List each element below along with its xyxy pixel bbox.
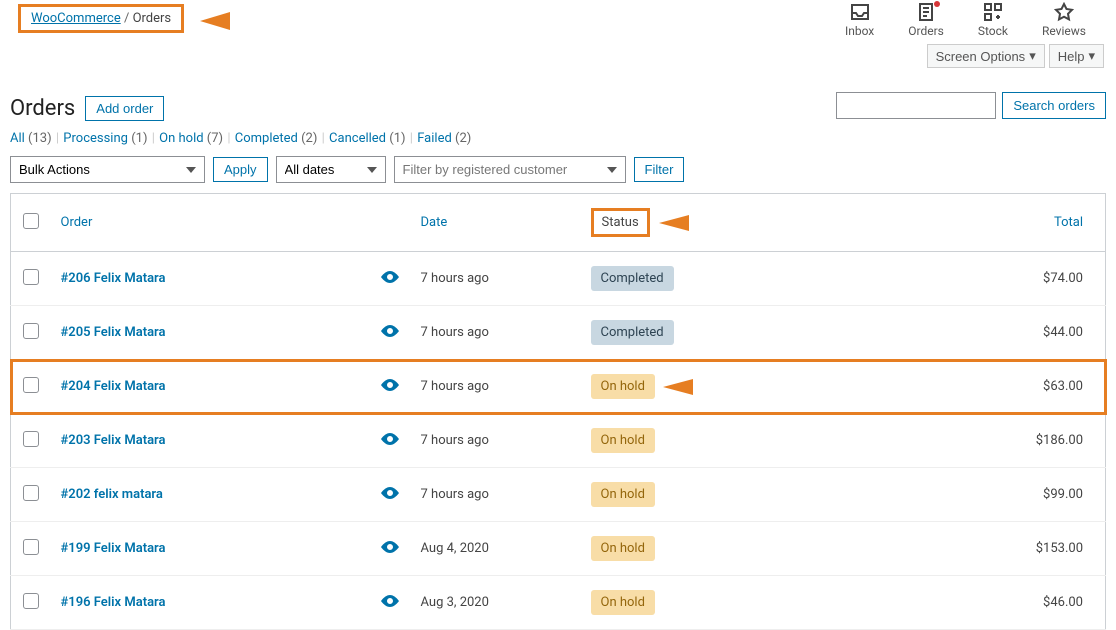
status-badge: On hold xyxy=(591,536,655,561)
status-badge: On hold xyxy=(591,374,655,399)
chevron-down-icon: ▾ xyxy=(1029,48,1036,64)
row-checkbox[interactable] xyxy=(23,269,39,285)
notification-dot-icon xyxy=(934,1,940,7)
status-badge: On hold xyxy=(591,428,655,453)
order-total: $46.00 xyxy=(1043,595,1083,610)
order-total: $186.00 xyxy=(1036,433,1083,448)
row-checkbox[interactable] xyxy=(23,485,39,501)
preview-icon[interactable] xyxy=(381,434,399,449)
annotation-arrow-icon xyxy=(200,6,300,36)
order-date: 7 hours ago xyxy=(421,379,489,394)
table-row[interactable]: #205 Felix Matara 7 hours ago Completed … xyxy=(11,306,1106,360)
order-total: $99.00 xyxy=(1043,487,1083,502)
order-link[interactable]: #206 Felix Matara xyxy=(61,271,166,286)
order-link[interactable]: #205 Felix Matara xyxy=(61,325,166,340)
help-button[interactable]: Help ▾ xyxy=(1049,44,1104,68)
table-row[interactable]: #202 felix matara 7 hours ago On hold $9… xyxy=(11,468,1106,522)
col-date[interactable]: Date xyxy=(421,215,448,230)
search-wrap: Search orders xyxy=(836,92,1106,119)
filter-button[interactable]: Filter xyxy=(634,157,685,182)
screen-options-row: Screen Options ▾ Help ▾ xyxy=(927,44,1104,68)
dates-select[interactable]: All dates xyxy=(276,156,386,183)
table-row[interactable]: #203 Felix Matara 7 hours ago On hold $1… xyxy=(11,414,1106,468)
filter-failed[interactable]: Failed (2) xyxy=(417,131,471,146)
bulk-actions-select[interactable]: Bulk Actions xyxy=(10,156,205,183)
status-badge: Completed xyxy=(591,266,674,291)
order-total: $74.00 xyxy=(1043,271,1083,286)
filter-cancelled[interactable]: Cancelled (1) xyxy=(329,131,406,146)
order-total: $44.00 xyxy=(1043,325,1083,340)
table-row[interactable]: #199 Felix Matara Aug 4, 2020 On hold $1… xyxy=(11,522,1106,576)
filter-all[interactable]: All (13) xyxy=(10,131,52,146)
order-total: $153.00 xyxy=(1036,541,1083,556)
add-order-button[interactable]: Add order xyxy=(85,96,164,121)
nav-inbox[interactable]: Inbox xyxy=(845,2,874,38)
order-date: 7 hours ago xyxy=(421,433,489,448)
table-row[interactable]: #196 Felix Matara Aug 3, 2020 On hold $4… xyxy=(11,576,1106,630)
nav-orders-label: Orders xyxy=(908,24,944,38)
filter-processing[interactable]: Processing (1) xyxy=(63,131,147,146)
select-all-checkbox[interactable] xyxy=(23,213,39,229)
stock-icon xyxy=(983,2,1003,22)
order-date: Aug 3, 2020 xyxy=(421,595,489,610)
toolbar: Bulk Actions Apply All dates Filter by r… xyxy=(0,156,1116,193)
order-date: 7 hours ago xyxy=(421,271,489,286)
nav-inbox-label: Inbox xyxy=(845,24,874,38)
col-order[interactable]: Order xyxy=(61,215,93,230)
nav-stock[interactable]: Stock xyxy=(978,2,1008,38)
nav-stock-label: Stock xyxy=(978,24,1008,38)
nav-reviews-label: Reviews xyxy=(1042,24,1086,38)
breadcrumb-root[interactable]: WooCommerce xyxy=(31,11,121,26)
screen-options-button[interactable]: Screen Options ▾ xyxy=(927,44,1045,68)
search-input[interactable] xyxy=(836,92,996,119)
row-checkbox[interactable] xyxy=(23,323,39,339)
order-link[interactable]: #199 Felix Matara xyxy=(61,541,166,556)
chevron-down-icon: ▾ xyxy=(1088,48,1095,64)
annotation-arrow-icon xyxy=(663,375,763,399)
apply-button[interactable]: Apply xyxy=(213,157,268,182)
customer-filter-select[interactable]: Filter by registered customer xyxy=(394,156,626,183)
preview-icon[interactable] xyxy=(381,488,399,503)
order-link[interactable]: #203 Felix Matara xyxy=(61,433,166,448)
order-date: 7 hours ago xyxy=(421,487,489,502)
breadcrumb-current: Orders xyxy=(133,11,172,26)
page-title: Orders xyxy=(10,96,75,121)
row-checkbox[interactable] xyxy=(23,539,39,555)
order-link[interactable]: #196 Felix Matara xyxy=(61,595,166,610)
search-button[interactable]: Search orders xyxy=(1002,92,1106,119)
order-link[interactable]: #202 felix matara xyxy=(61,487,163,502)
annotation-arrow-icon xyxy=(659,211,759,235)
order-date: Aug 4, 2020 xyxy=(421,541,489,556)
inbox-icon xyxy=(850,2,870,22)
preview-icon[interactable] xyxy=(381,380,399,395)
nav-orders[interactable]: Orders xyxy=(908,2,944,38)
status-badge: On hold xyxy=(591,482,655,507)
order-date: 7 hours ago xyxy=(421,325,489,340)
order-total: $63.00 xyxy=(1043,379,1083,394)
reviews-icon xyxy=(1054,2,1074,22)
row-checkbox[interactable] xyxy=(23,377,39,393)
filter-completed[interactable]: Completed (2) xyxy=(235,131,318,146)
preview-icon[interactable] xyxy=(381,326,399,341)
preview-icon[interactable] xyxy=(381,272,399,287)
preview-icon[interactable] xyxy=(381,542,399,557)
col-total[interactable]: Total xyxy=(1054,215,1083,230)
table-row[interactable]: #206 Felix Matara 7 hours ago Completed … xyxy=(11,252,1106,306)
filter-onhold[interactable]: On hold (7) xyxy=(159,131,223,146)
table-row[interactable]: #204 Felix Matara 7 hours ago On hold $6… xyxy=(11,360,1106,414)
row-checkbox[interactable] xyxy=(23,431,39,447)
breadcrumb: WooCommerce / Orders xyxy=(18,4,184,33)
col-status[interactable]: Status xyxy=(591,208,650,237)
status-badge: On hold xyxy=(591,590,655,615)
orders-icon xyxy=(916,2,936,22)
breadcrumb-sep: / xyxy=(124,11,129,26)
order-link[interactable]: #204 Felix Matara xyxy=(61,379,166,394)
orders-table: Order Date Status Total #206 Felix Matar… xyxy=(10,193,1106,630)
status-badge: Completed xyxy=(591,320,674,345)
preview-icon[interactable] xyxy=(381,596,399,611)
status-filter-links: All (13) | Processing (1) | On hold (7) … xyxy=(0,127,1116,156)
nav-reviews[interactable]: Reviews xyxy=(1042,2,1086,38)
row-checkbox[interactable] xyxy=(23,593,39,609)
